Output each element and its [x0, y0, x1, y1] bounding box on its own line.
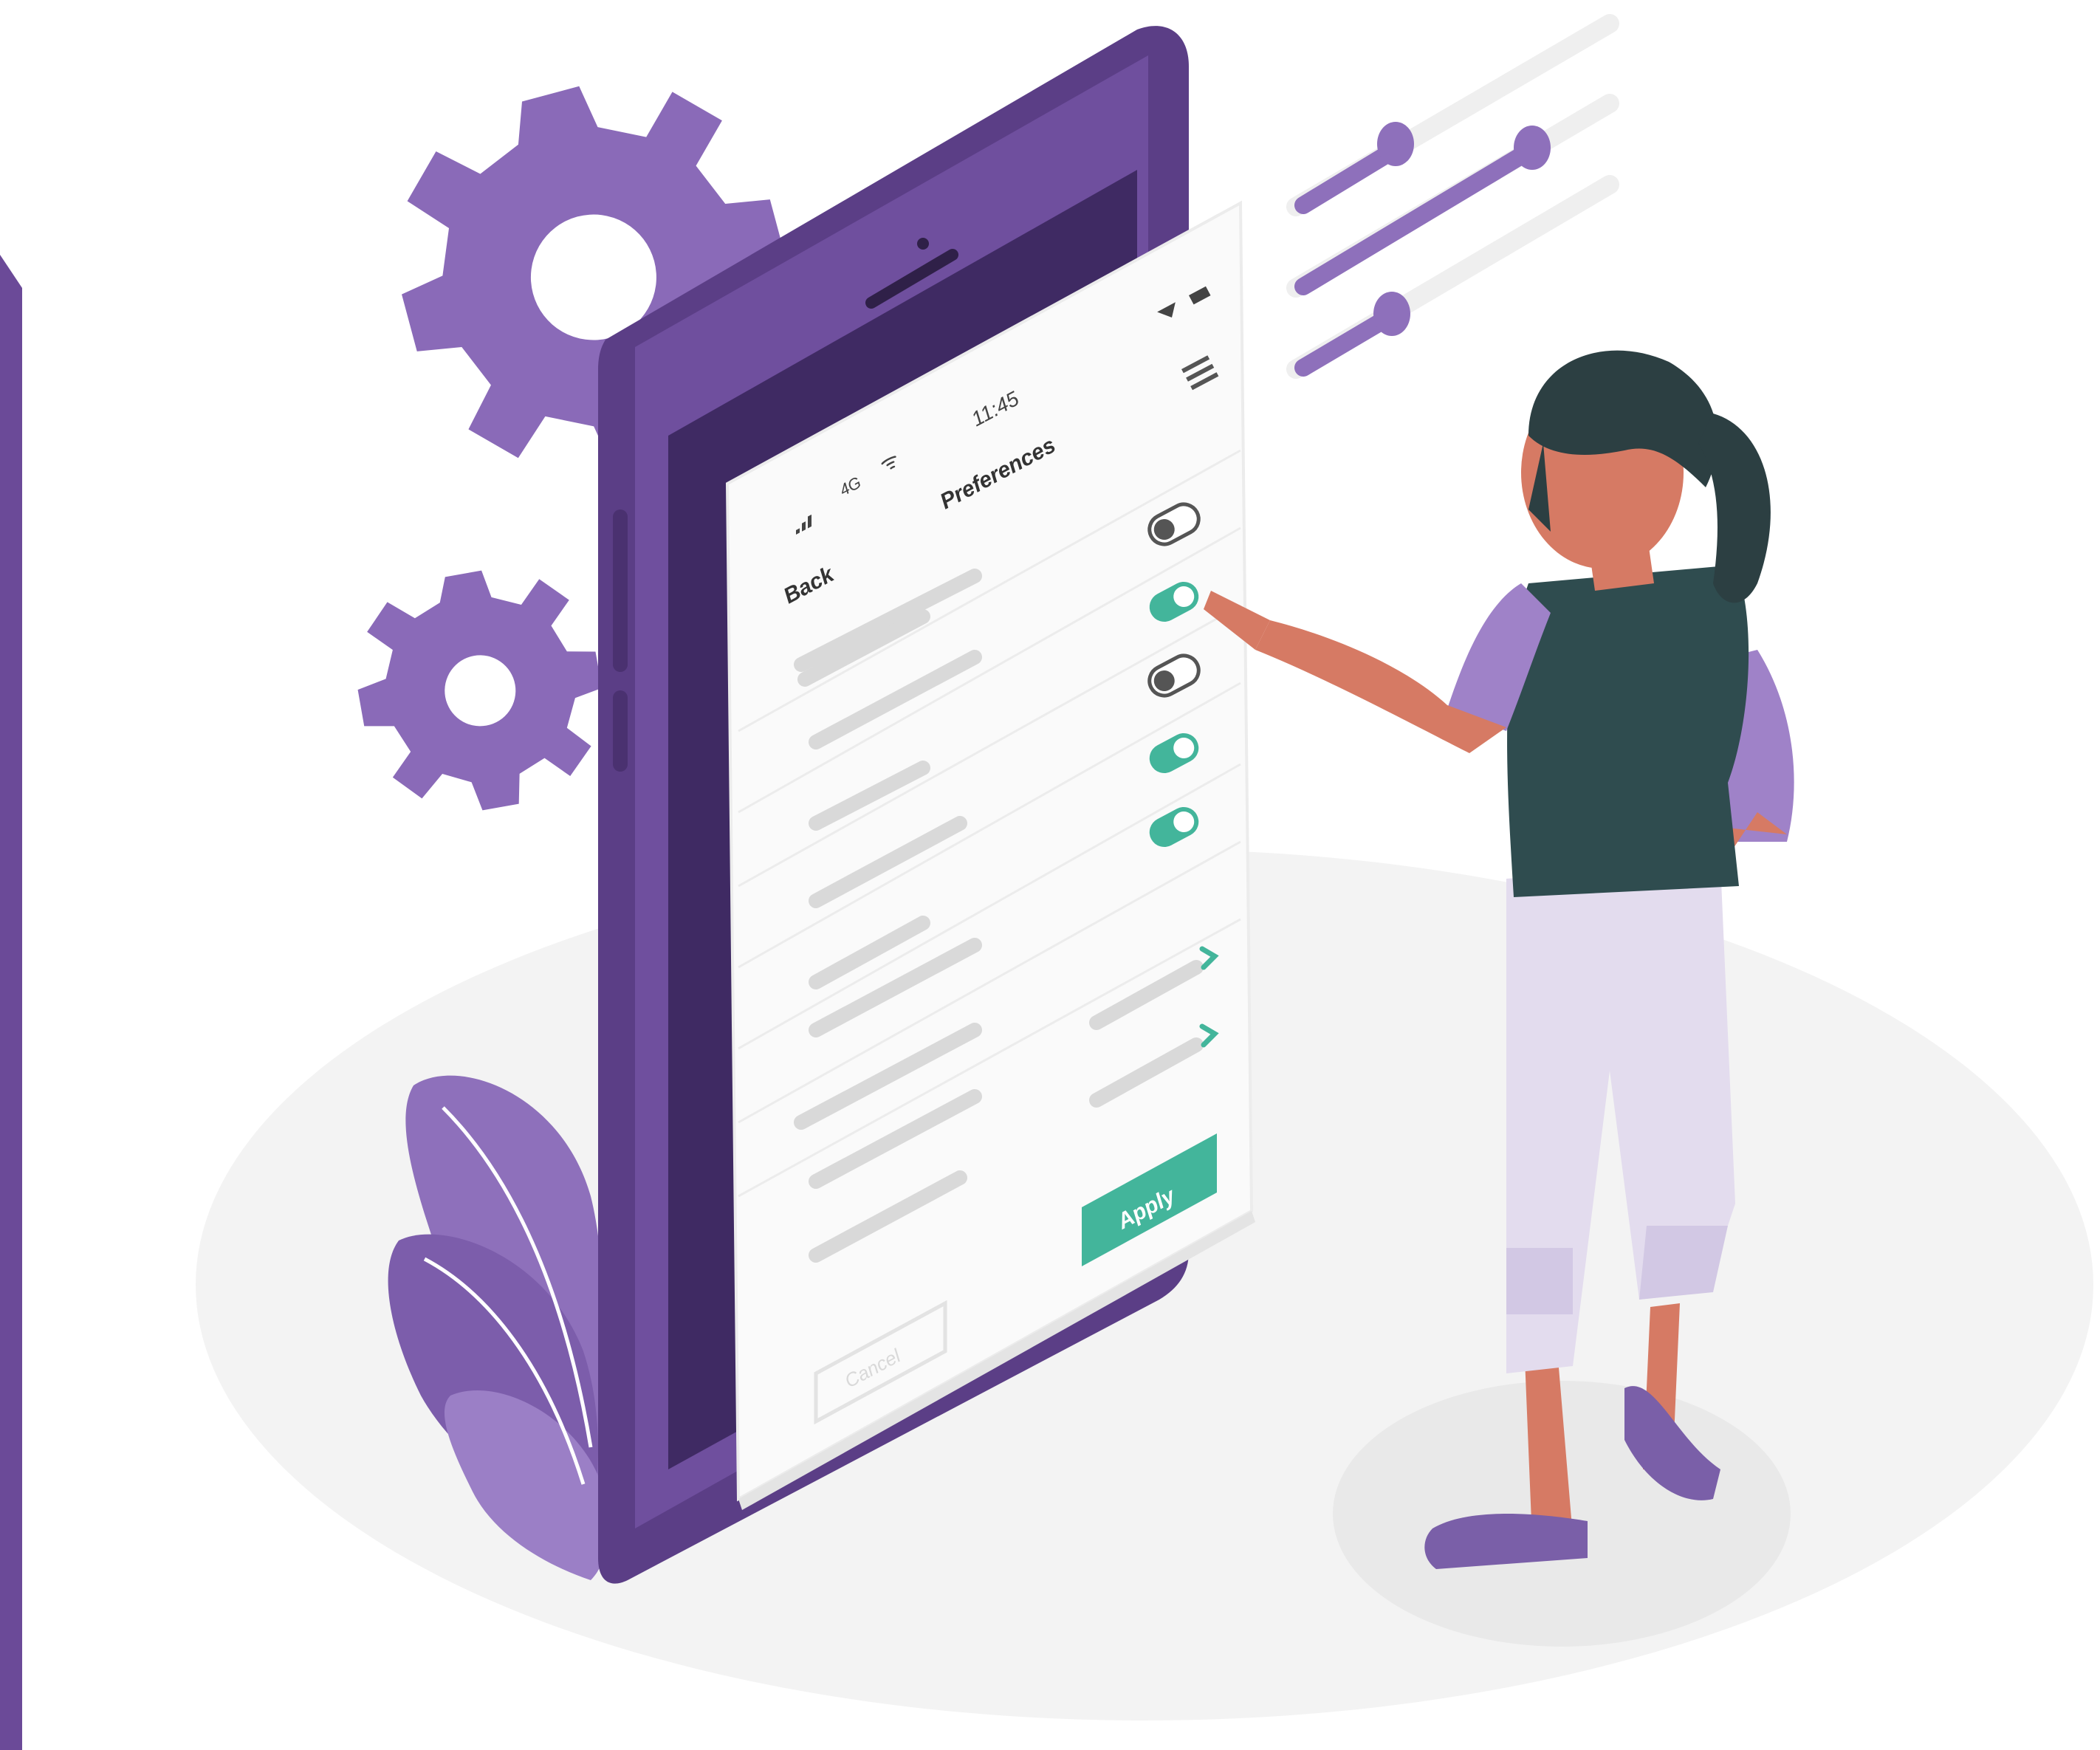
- left-edge-bar: [0, 255, 22, 1750]
- gear-icon: [357, 570, 603, 811]
- slider-icon: [1286, 14, 1619, 379]
- illustration-scene: 4G ᯤ 11:45 Back Preferences Apply Cancel: [0, 14, 2093, 1750]
